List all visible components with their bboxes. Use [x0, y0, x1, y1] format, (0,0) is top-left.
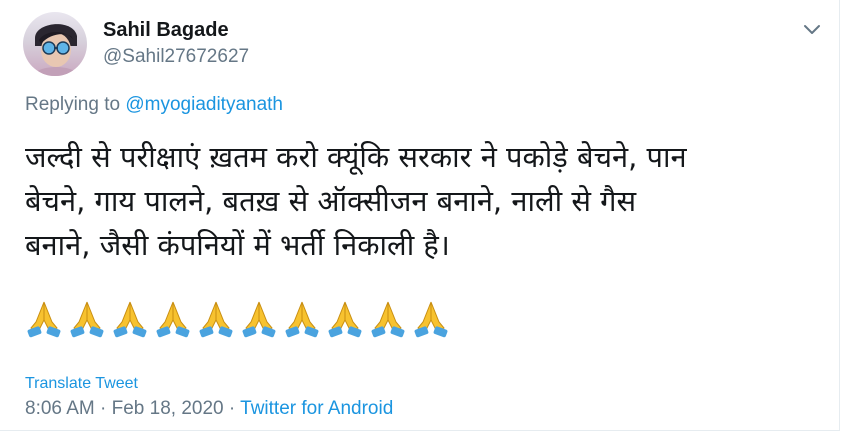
folded-hands-emoji: [283, 298, 321, 342]
tweet-text-line: बनाने, जैसी कंपनियों में भर्ती निकाली है…: [25, 228, 450, 262]
folded-hands-emoji: [240, 298, 278, 342]
replying-mention-link[interactable]: @myogiadityanath: [125, 94, 283, 115]
tweet-source-link[interactable]: Twitter for Android: [240, 398, 393, 419]
tweet-text-line: जल्दी से परीक्षाएं ख़तम करो क्यूंकि सरका…: [25, 140, 687, 174]
meta-separator: ·: [94, 398, 112, 419]
folded-hands-emoji: [68, 298, 106, 342]
avatar-image: [33, 24, 79, 76]
folded-hands-emoji: [326, 298, 364, 342]
chevron-down-icon[interactable]: [800, 17, 824, 41]
tweet-time[interactable]: 8:06 AM: [25, 398, 95, 419]
tweet-text-line: बेचने, गाय पालने, बतख़ से ऑक्सीजन बनाने,…: [25, 184, 637, 218]
folded-hands-emoji: [197, 298, 235, 342]
meta-separator: ·: [223, 398, 241, 419]
tweet-text: जल्दी से परीक्षाएं ख़तम करो क्यूंकि सरका…: [25, 135, 815, 267]
folded-hands-emoji: [369, 298, 407, 342]
tweet-date[interactable]: Feb 18, 2020: [112, 398, 224, 419]
author-handle[interactable]: @Sahil27672627: [103, 46, 249, 68]
replying-to: Replying to @myogiadityanath: [25, 94, 283, 116]
tweet-meta: 8:06 AM · Feb 18, 2020 · Twitter for And…: [25, 398, 393, 420]
emoji-row: [25, 298, 450, 342]
author-name[interactable]: Sahil Bagade: [103, 19, 229, 42]
replying-label: Replying to: [25, 94, 121, 115]
user-avatar[interactable]: [23, 12, 87, 76]
folded-hands-emoji: [111, 298, 149, 342]
folded-hands-emoji: [25, 298, 63, 342]
tweet-card: Sahil Bagade @Sahil27672627 Replying to …: [0, 0, 840, 431]
translate-tweet-link[interactable]: Translate Tweet: [25, 375, 138, 393]
folded-hands-emoji: [412, 298, 450, 342]
folded-hands-emoji: [154, 298, 192, 342]
